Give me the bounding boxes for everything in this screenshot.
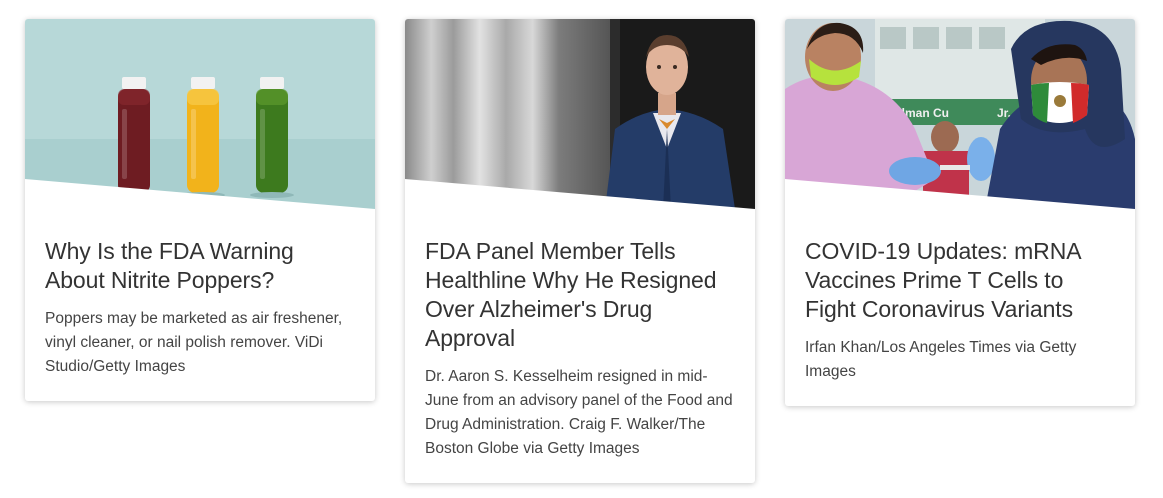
article-caption: Dr. Aaron S. Kesselheim resigned in mid-… bbox=[425, 368, 733, 457]
article-card[interactable]: Why Is the FDA Warning About Nitrite Pop… bbox=[25, 19, 375, 401]
article-image-vaccination[interactable]: uncilman Cu Jr. bbox=[785, 19, 1135, 209]
article-card-grid: Why Is the FDA Warning About Nitrite Pop… bbox=[0, 0, 1163, 498]
article-image-juice-bottles[interactable] bbox=[25, 19, 375, 209]
image-slant-overlay bbox=[785, 179, 1135, 209]
article-title[interactable]: FDA Panel Member Tells Healthline Why He… bbox=[425, 237, 735, 353]
article-image-doctor-portrait[interactable] bbox=[405, 19, 755, 209]
article-card[interactable]: FDA Panel Member Tells Healthline Why He… bbox=[405, 19, 755, 483]
article-caption: Irfan Khan/Los Angeles Times via Getty I… bbox=[805, 339, 1077, 380]
article-title[interactable]: COVID-19 Updates: mRNA Vaccines Prime T … bbox=[805, 237, 1115, 324]
article-card[interactable]: uncilman Cu Jr. COVID-19 Updates: mRNA V… bbox=[785, 19, 1135, 406]
image-slant-overlay bbox=[405, 179, 755, 209]
article-title[interactable]: Why Is the FDA Warning About Nitrite Pop… bbox=[45, 237, 355, 295]
image-slant-overlay bbox=[25, 179, 375, 209]
article-caption: Poppers may be marketed as air freshener… bbox=[45, 310, 343, 375]
